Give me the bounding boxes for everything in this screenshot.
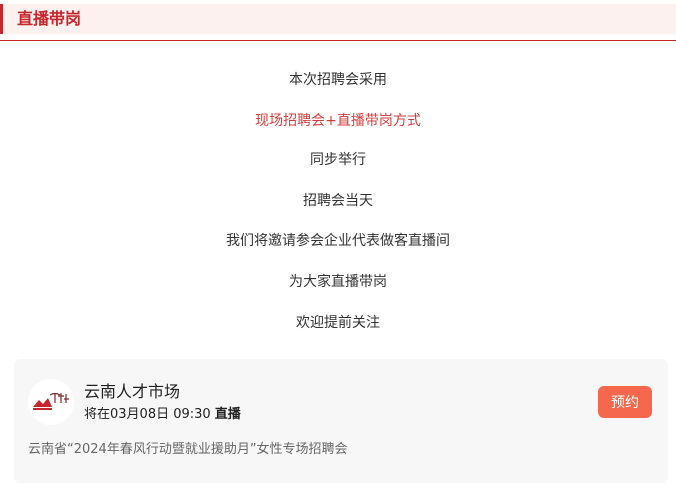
schedule-time: 将在03月08日 09:30	[84, 407, 211, 422]
announcement-line-2: 现场招聘会+直播带岗方式	[255, 113, 421, 129]
announcement-line-3: 同步举行	[310, 152, 366, 168]
live-description: 云南省“2024年春风行动暨就业援助月”女性专场招聘会	[28, 442, 348, 457]
announcement-line-7: 欢迎提前关注	[296, 315, 380, 331]
announcement-line-5: 我们将邀请参会企业代表做客直播间	[226, 233, 450, 249]
section-title: 直播带岗	[17, 9, 82, 28]
announcement-line-6: 为大家直播带岗	[289, 274, 387, 290]
live-stream-card[interactable]: 云南人才市场 将在03月08日 09:30 直播 预约 云南省“2024年春风行动…	[14, 359, 668, 483]
org-name: 云南人才市场	[84, 382, 181, 401]
org-logo	[28, 379, 74, 425]
org-logo-icon	[28, 379, 74, 425]
schedule-live-label: 直播	[214, 407, 241, 422]
announcement-line-4: 招聘会当天	[303, 193, 373, 209]
announcement-line-1: 本次招聘会采用	[289, 72, 387, 88]
section-header: 直播带岗	[0, 4, 676, 34]
live-schedule: 将在03月08日 09:30 直播	[84, 406, 241, 424]
reserve-button[interactable]: 预约	[598, 386, 652, 418]
section-divider	[0, 40, 676, 41]
